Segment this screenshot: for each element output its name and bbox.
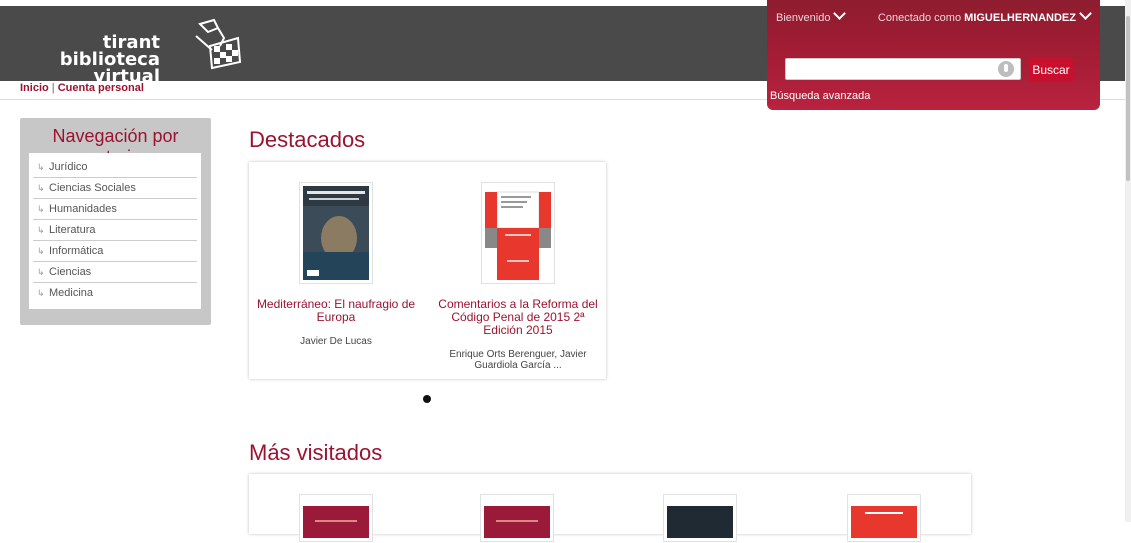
sidebar-item-label: Medicina [49, 287, 94, 299]
sub-arrow-icon: ↳ [37, 246, 45, 256]
user-panel: Bienvenido Conectado como MIGUELHERNANDE… [767, 0, 1100, 110]
book-cover-image [667, 498, 733, 538]
book-cover-image [851, 498, 917, 538]
sub-arrow-icon: ↳ [37, 183, 45, 193]
most-visited-carousel [249, 474, 971, 542]
logo-line-2: biblioteca virtual [59, 49, 160, 87]
book-author: Javier De Lucas [300, 336, 372, 347]
sidebar-item-ciencias[interactable]: ↳ Ciencias [33, 262, 197, 283]
book-cover-image [303, 186, 369, 280]
subject-list: ↳ Jurídico ↳ Ciencias Sociales ↳ Humanidade… [29, 153, 201, 309]
breadcrumb: Inicio | Cuenta personal [20, 82, 144, 94]
sidebar-item-label: Ciencias [49, 266, 92, 278]
sub-arrow-icon: ↳ [37, 225, 45, 235]
sidebar-item-humanidades[interactable]: ↳ Humanidades [33, 199, 197, 220]
advanced-search-link[interactable]: Búsqueda avanzada [770, 90, 870, 102]
featured-title: Destacados [249, 127, 366, 152]
book-cover-image [485, 186, 551, 280]
sub-arrow-icon: ↳ [37, 204, 45, 214]
book-cover[interactable] [299, 182, 373, 284]
username: MIGUELHERNANDEZ [964, 12, 1076, 24]
sidebar-item-medicina[interactable]: ↳ Medicina [33, 283, 197, 303]
sidebar-item-label: Literatura [49, 224, 96, 236]
book-author: Enrique Orts Berenguer, Javier Guardiola… [449, 349, 587, 371]
sidebar-item-label: Jurídico [49, 161, 88, 173]
most-visited-title: Más visitados [249, 440, 383, 465]
logo[interactable]: tirant biblioteca virtual [20, 16, 250, 86]
sidebar-item-juridico[interactable]: ↳ Jurídico [33, 157, 197, 178]
breadcrumb-home-link[interactable]: Inicio [20, 82, 49, 94]
book-title[interactable]: Comentarios a la Reforma del Código Pena… [437, 298, 599, 337]
book-cover-image [303, 498, 369, 538]
featured-carousel: Mediterráneo: El naufragio de Europa Jav… [249, 162, 606, 379]
book-cover[interactable] [481, 182, 555, 284]
connected-label: Conectado como [877, 12, 962, 24]
chevron-down-icon [1079, 7, 1092, 20]
sub-arrow-icon: ↳ [37, 267, 45, 277]
book-cover[interactable] [480, 494, 554, 542]
welcome-menu[interactable]: Bienvenido [776, 7, 847, 24]
microphone-icon[interactable] [998, 61, 1014, 77]
sidebar-item-literatura[interactable]: ↳ Literatura [33, 220, 197, 241]
book-card[interactable]: Comentarios a la Reforma del Código Pena… [437, 182, 599, 371]
book-title[interactable]: Mediterráneo: El naufragio de Europa [255, 298, 417, 324]
breadcrumb-account-link[interactable]: Cuenta personal [58, 82, 144, 94]
subject-navigation: Navegación por materias ↳Jurídico ↳Cienc… [20, 118, 211, 325]
sidebar-item-label: Ciencias Sociales [49, 182, 136, 194]
welcome-label: Bienvenido [776, 12, 831, 24]
sidebar-item-label: Informática [49, 245, 104, 257]
sidebar-item-informatica[interactable]: ↳ Informática [33, 241, 197, 262]
sub-arrow-icon: ↳ [37, 162, 45, 172]
breadcrumb-separator: | [51, 82, 55, 94]
account-menu[interactable]: Conectado como MIGUELHERNANDEZ [877, 7, 1092, 24]
book-cover[interactable] [847, 494, 921, 542]
book-cover[interactable] [299, 494, 373, 542]
carousel-indicator[interactable] [423, 395, 431, 403]
knight-logo-icon [195, 18, 242, 70]
search-input[interactable] [785, 58, 1021, 80]
book-card[interactable]: Mediterráneo: El naufragio de Europa Jav… [255, 182, 417, 347]
scrollbar-thumb[interactable] [1126, 16, 1130, 181]
sub-arrow-icon: ↳ [37, 288, 45, 298]
book-cover-image [484, 498, 550, 538]
book-cover[interactable] [663, 494, 737, 542]
sidebar-item-ciencias-sociales[interactable]: ↳ Ciencias Sociales [33, 178, 197, 199]
chevron-down-icon [833, 7, 847, 20]
search-button[interactable]: Buscar [1029, 58, 1073, 82]
logo-text: tirant biblioteca virtual [20, 34, 160, 87]
sidebar-item-label: Humanidades [49, 203, 117, 215]
